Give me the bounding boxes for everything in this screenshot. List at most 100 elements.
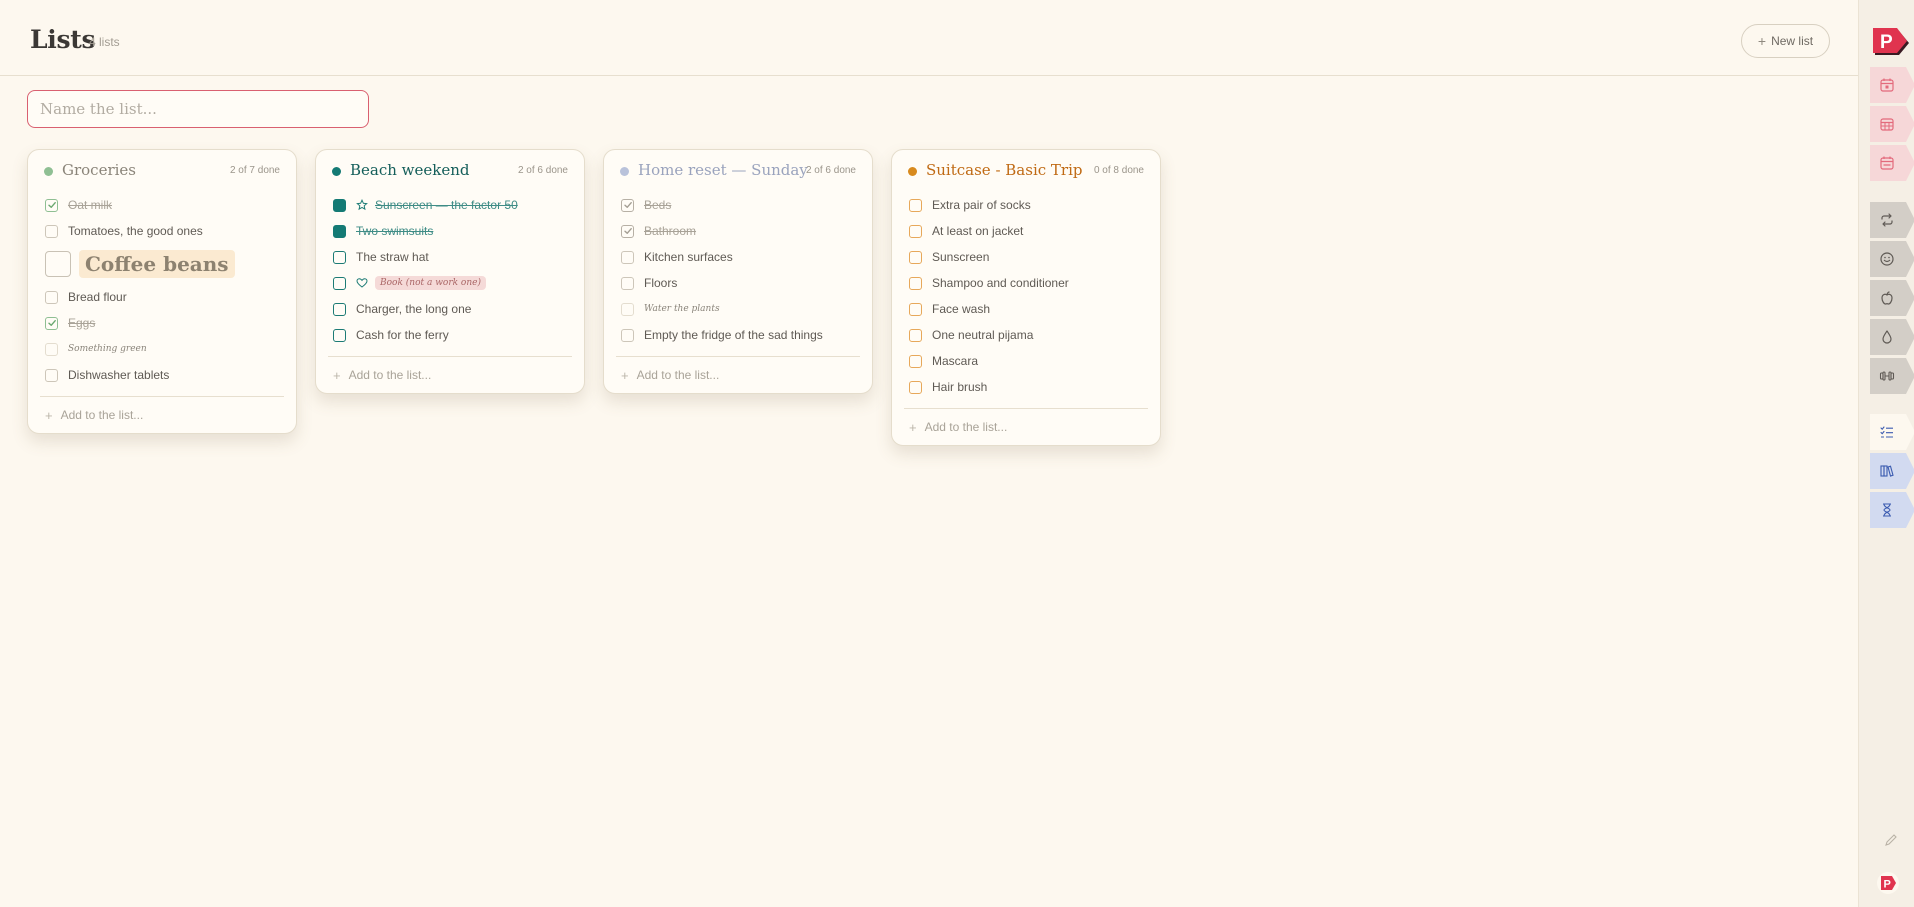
item-checkbox[interactable]: [909, 250, 922, 264]
list-color-dot: [332, 167, 341, 176]
rail-tab-checklist[interactable]: [1870, 414, 1914, 450]
add-item-label: Add to the list...: [60, 408, 144, 422]
rail-tab-calendar-week[interactable]: [1870, 145, 1914, 181]
item-checkbox[interactable]: [909, 302, 922, 316]
item-text[interactable]: Sunscreen — the factor 50: [375, 198, 518, 212]
item-checkbox[interactable]: [45, 342, 58, 356]
item-text[interactable]: Dishwasher tablets: [68, 368, 169, 382]
list-item: Book (not a work one): [316, 270, 584, 296]
item-text[interactable]: Hair brush: [932, 380, 987, 394]
drop-icon: [1879, 329, 1895, 345]
card-header: Beach weekend 2 of 6 done: [316, 150, 584, 192]
bottom-logo-icon[interactable]: P: [1877, 872, 1899, 894]
rail-tab-drop[interactable]: [1870, 319, 1914, 355]
calendar-grid-icon: [1879, 116, 1895, 132]
item-text[interactable]: Floors: [644, 276, 677, 290]
item-text[interactable]: Face wash: [932, 302, 990, 316]
list-item: Bathroom: [604, 218, 872, 244]
item-checkbox[interactable]: [333, 250, 346, 264]
item-checkbox[interactable]: [333, 224, 346, 238]
item-text[interactable]: Eggs: [68, 316, 95, 330]
add-item-input[interactable]: + Add to the list...: [604, 357, 872, 393]
item-checkbox[interactable]: [909, 198, 922, 212]
item-text[interactable]: Shampoo and conditioner: [932, 276, 1069, 290]
rail-tab-calendar-grid[interactable]: [1870, 106, 1914, 142]
item-text[interactable]: Charger, the long one: [356, 302, 471, 316]
item-text[interactable]: Two swimsuits: [356, 224, 433, 238]
item-text[interactable]: Sunscreen: [932, 250, 989, 264]
item-checkbox[interactable]: [909, 328, 922, 342]
list-card: Home reset — Sunday 2 of 6 done Beds Bathro…: [603, 149, 873, 394]
item-checkbox[interactable]: [621, 276, 634, 290]
add-item-input[interactable]: + Add to the list...: [892, 409, 1160, 445]
list-card: Suitcase - Basic Trip 0 of 8 done Extra pa…: [891, 149, 1161, 446]
item-checkbox[interactable]: [333, 328, 346, 342]
rail-tab-calendar-day[interactable]: [1870, 67, 1914, 103]
item-text[interactable]: Cash for the ferry: [356, 328, 449, 342]
list-title[interactable]: Beach weekend: [350, 161, 470, 179]
item-text[interactable]: At least on jacket: [932, 224, 1023, 238]
item-checkbox[interactable]: [909, 276, 922, 290]
item-text[interactable]: Beds: [644, 198, 671, 212]
right-rail: P P: [1858, 0, 1914, 907]
new-list-button[interactable]: + New list: [1741, 24, 1830, 58]
item-text[interactable]: Water the plants: [644, 304, 720, 314]
item-text[interactable]: Kitchen surfaces: [644, 250, 733, 264]
item-checkbox[interactable]: [621, 224, 634, 238]
item-text[interactable]: One neutral pijama: [932, 328, 1033, 342]
item-checkbox[interactable]: [45, 198, 58, 212]
rail-tab-repeat[interactable]: [1870, 202, 1914, 238]
apple-icon: [1879, 290, 1895, 306]
rail-tab-apple[interactable]: [1870, 280, 1914, 316]
item-checkbox[interactable]: [333, 302, 346, 316]
item-text[interactable]: Bathroom: [644, 224, 696, 238]
item-checkbox[interactable]: [45, 251, 71, 277]
item-checkbox[interactable]: [45, 290, 58, 304]
item-text[interactable]: Oat milk: [68, 198, 112, 212]
item-checkbox[interactable]: [621, 328, 634, 342]
item-text[interactable]: Book (not a work one): [375, 276, 486, 290]
item-checkbox[interactable]: [621, 250, 634, 264]
item-text[interactable]: Extra pair of socks: [932, 198, 1031, 212]
item-checkbox[interactable]: [621, 198, 634, 212]
list-item: Mascara: [892, 348, 1160, 374]
item-text[interactable]: Empty the fridge of the sad things: [644, 328, 823, 342]
add-item-input[interactable]: + Add to the list...: [316, 357, 584, 393]
calendar-day-icon: [1879, 77, 1895, 93]
list-title[interactable]: Groceries: [62, 161, 136, 179]
pencil-icon[interactable]: [1884, 833, 1898, 847]
add-item-input[interactable]: + Add to the list...: [28, 397, 296, 433]
item-checkbox[interactable]: [909, 380, 922, 394]
list-item: Hair brush: [892, 374, 1160, 400]
plus-icon: +: [1757, 33, 1767, 49]
rail-tab-mood-face[interactable]: [1870, 241, 1914, 277]
list-card: Beach weekend 2 of 6 done Sunscreen — the …: [315, 149, 585, 394]
item-text[interactable]: The straw hat: [356, 250, 429, 264]
item-checkbox[interactable]: [621, 302, 634, 316]
item-checkbox[interactable]: [909, 354, 922, 368]
item-text[interactable]: Tomatoes, the good ones: [68, 224, 203, 238]
list-progress: 2 of 6 done: [517, 165, 568, 176]
item-checkbox[interactable]: [45, 316, 58, 330]
rail-tab-books[interactable]: [1870, 453, 1914, 489]
item-checkbox[interactable]: [909, 224, 922, 238]
card-header: Groceries 2 of 7 done: [28, 150, 296, 192]
item-text[interactable]: Something green: [68, 344, 147, 354]
star-icon: [356, 199, 368, 211]
item-checkbox[interactable]: [45, 224, 58, 238]
list-item: Two swimsuits: [316, 218, 584, 244]
list-name-input[interactable]: [27, 90, 369, 128]
list-title[interactable]: Home reset — Sunday: [638, 161, 808, 179]
list-title[interactable]: Suitcase - Basic Trip: [926, 161, 1083, 179]
app-logo-icon[interactable]: P: [1872, 26, 1910, 60]
item-checkbox[interactable]: [333, 276, 346, 290]
item-checkbox[interactable]: [45, 368, 58, 382]
item-text[interactable]: Mascara: [932, 354, 978, 368]
item-text[interactable]: Coffee beans: [79, 250, 235, 278]
add-item-label: Add to the list...: [924, 420, 1008, 434]
rail-tab-hourglass[interactable]: [1870, 492, 1914, 528]
list-color-dot: [908, 167, 917, 176]
item-checkbox[interactable]: [333, 198, 346, 212]
rail-tab-dumbbell[interactable]: [1870, 358, 1914, 394]
item-text[interactable]: Bread flour: [68, 290, 127, 304]
